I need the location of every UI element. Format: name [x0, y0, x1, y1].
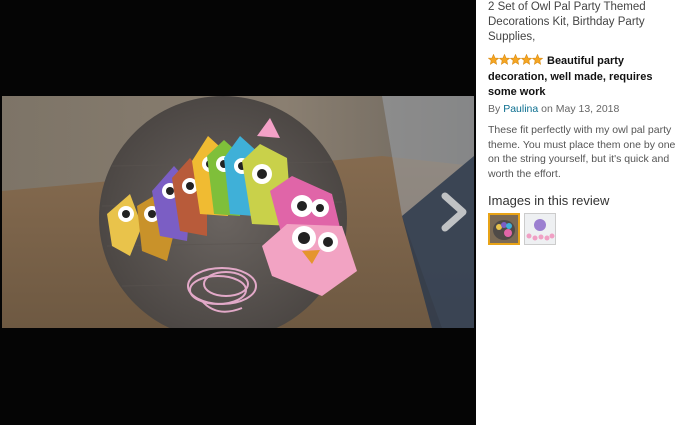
review-thumbnail[interactable] [488, 213, 520, 245]
reviewer-name-link[interactable]: Paulina [503, 103, 538, 115]
byline-prefix: By [488, 103, 501, 115]
product-title[interactable]: 2 Set of Owl Pal Party Themed Decoration… [488, 0, 678, 45]
image-viewer [0, 0, 476, 425]
review-body: These fit perfectly with my owl pal part… [488, 124, 676, 180]
review-thumbnails [488, 213, 678, 245]
review-date: on May 13, 2018 [541, 103, 620, 115]
chevron-right-icon [441, 192, 467, 232]
next-image-arrow[interactable] [437, 190, 471, 234]
review-byline: By Paulina on May 13, 2018 [488, 103, 678, 115]
star-rating [487, 53, 544, 70]
images-section-heading: Images in this review [488, 193, 610, 208]
review-thumbnail[interactable] [524, 213, 556, 245]
review-headline-row: Beautiful party decoration, well made, r… [487, 53, 678, 100]
review-photo [2, 96, 474, 328]
review-panel: 2 Set of Owl Pal Party Themed Decoration… [487, 0, 678, 245]
